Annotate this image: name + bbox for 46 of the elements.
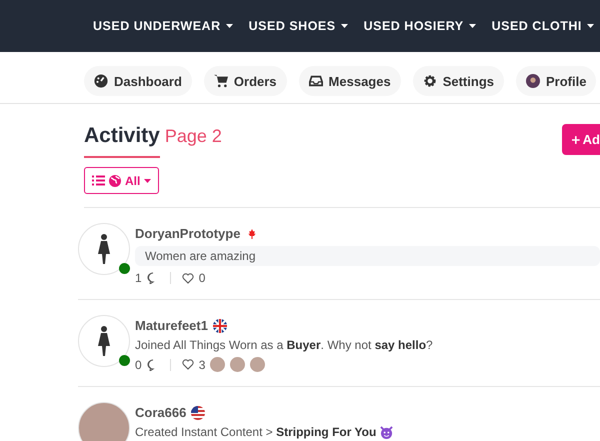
person-silhouette-icon — [97, 234, 111, 264]
dashboard-tab[interactable]: Settings — [412, 66, 504, 96]
username[interactable]: Maturefeet1 — [135, 318, 208, 333]
photo-placeholder[interactable] — [78, 402, 130, 441]
settings-icon — [422, 74, 437, 88]
globe-icon — [109, 174, 121, 186]
comment-count: 0 — [135, 358, 142, 372]
nav-menu-item[interactable]: USED CLOTHI — [492, 19, 594, 33]
nav-menu-item[interactable]: USED SHOES — [248, 19, 348, 33]
page-subtitle: Page 2 — [164, 126, 222, 147]
activity-text: Created Instant Content > Stripping For You — [135, 425, 376, 439]
gauge-icon — [94, 74, 108, 88]
heart-icon[interactable] — [182, 359, 194, 370]
person-silhouette-icon — [97, 326, 111, 356]
add-button[interactable]: Ad — [562, 124, 600, 155]
dashboard-tab[interactable]: Orders — [204, 66, 287, 96]
plus-icon — [572, 134, 580, 144]
activity-text: Women are amazing — [145, 249, 256, 263]
stars-stripes-flag-icon — [191, 406, 206, 420]
union-jack-flag-icon — [212, 318, 227, 332]
list-icon — [92, 175, 105, 186]
caret-icon — [586, 24, 594, 28]
heart-icon[interactable] — [182, 272, 194, 284]
devil-emoji-icon — [380, 426, 394, 438]
dashboard-tab[interactable]: Profile — [516, 66, 596, 96]
avatar-icon — [526, 74, 540, 88]
dashboard-tab[interactable]: Messages — [298, 66, 401, 96]
nav-menu-item[interactable]: USED HOSIERY — [364, 19, 476, 33]
avatar-placeholder[interactable] — [78, 315, 130, 367]
username[interactable]: Cora666 — [135, 405, 186, 420]
dashboard-tab[interactable]: Dashboard — [84, 66, 192, 96]
avatar-placeholder[interactable] — [78, 223, 130, 275]
nav-menu-item[interactable]: USED UNDERWEAR — [93, 19, 233, 33]
username[interactable]: DoryanPrototype — [135, 226, 240, 241]
like-count: 0 — [198, 271, 206, 285]
inbox-icon — [308, 74, 323, 88]
page-title: Activity — [84, 124, 160, 158]
cart-icon — [214, 74, 228, 88]
caret-icon — [226, 24, 233, 28]
comment-count: 1 — [135, 271, 142, 285]
activity-text: Joined All Things Worn as a Buyer. Why not say hello? — [135, 338, 433, 352]
caret-icon — [468, 24, 476, 28]
caret-icon — [144, 178, 152, 182]
like-count: 3 — [198, 358, 206, 372]
caret-icon — [340, 24, 348, 28]
filter-dropdown[interactable]: All — [84, 167, 160, 194]
